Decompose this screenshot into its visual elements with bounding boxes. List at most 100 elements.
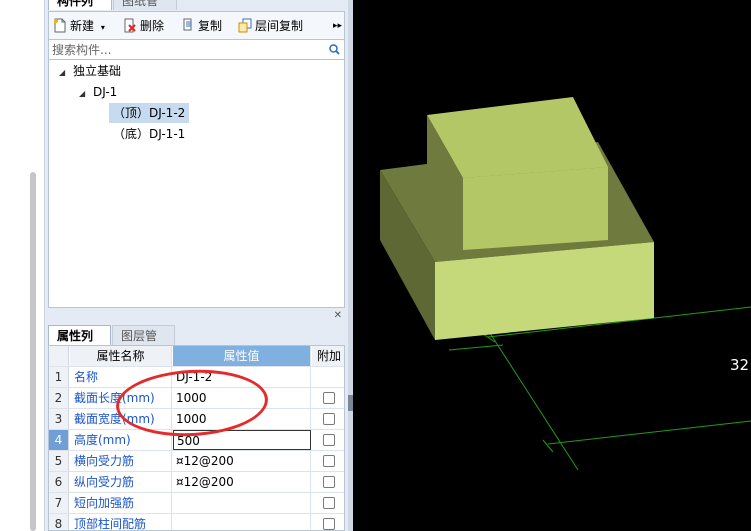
tree-node-isolated-foundation[interactable]: ◢ 独立基础 (59, 61, 121, 81)
attach-cell (312, 451, 344, 471)
tab-property-list[interactable]: 属性列表 (48, 325, 111, 363)
property-value[interactable] (173, 493, 311, 513)
attach-cell (312, 430, 344, 450)
table-row[interactable]: 2 截面长度(mm) 1000 (49, 388, 344, 409)
property-name: 高度(mm) (70, 430, 172, 450)
tree-node-label: DJ-1 (93, 85, 118, 99)
property-value[interactable] (173, 514, 311, 530)
axis-line (487, 329, 579, 471)
delete-label: 删除 (140, 19, 165, 33)
property-value[interactable]: ¤12@200 (173, 472, 311, 492)
tree-node-label: （底）DJ-1-1 (113, 127, 186, 141)
tree-node-dj-1-1-bottom[interactable]: （底）DJ-1-1 (113, 124, 185, 144)
new-dropdown-icon[interactable]: ▾ (101, 23, 105, 32)
table-row[interactable]: 1 名称 DJ-1-2 (49, 367, 344, 388)
attach-checkbox[interactable] (323, 392, 335, 404)
tab-drawing-management[interactable]: 图纸管理 (113, 0, 177, 28)
property-name: 纵向受力筋 (70, 472, 172, 492)
delete-icon (123, 18, 137, 33)
new-label: 新建 (70, 19, 95, 33)
table-row[interactable]: 4 高度(mm) 500 (49, 430, 344, 451)
copy-icon (181, 18, 195, 33)
property-name: 横向受力筋 (70, 451, 172, 471)
new-file-icon (53, 18, 67, 33)
toolbar-more-button[interactable]: ▸▸ (333, 16, 342, 36)
copy-button[interactable]: 复制 (181, 16, 222, 36)
row-number: 4 (49, 430, 69, 450)
copy-label: 复制 (198, 19, 223, 33)
row-number: 6 (49, 472, 69, 492)
attach-cell (312, 367, 344, 387)
collapse-triangle-icon[interactable]: ◢ (79, 84, 93, 104)
attach-checkbox[interactable] (323, 476, 335, 488)
attach-checkbox[interactable] (323, 434, 335, 446)
row-number: 3 (49, 409, 69, 429)
row-number: 5 (49, 451, 69, 471)
component-tree: ◢ 独立基础 ◢ DJ-1 （顶）DJ-1-2 （底）DJ-1-1 (48, 60, 345, 308)
row-number-header (49, 346, 69, 366)
component-toolbar: 新建 ▾ 删除 复制 层间复制 ▸▸ (48, 11, 345, 39)
search-icon[interactable] (329, 44, 340, 55)
property-tabs: 属性列表 图层管理 (48, 325, 345, 363)
property-name: 截面长度(mm) (70, 388, 172, 408)
table-row[interactable]: 3 截面宽度(mm) 1000 (49, 409, 344, 430)
property-value[interactable]: ¤12@200 (173, 451, 311, 471)
property-value[interactable]: DJ-1-2 (173, 367, 311, 387)
table-row[interactable]: 7 短向加强筋 (49, 493, 344, 514)
left-side-strip (0, 0, 45, 531)
property-name: 截面宽度(mm) (70, 409, 172, 429)
tree-node-dj-1[interactable]: ◢ DJ-1 (79, 82, 117, 102)
axis-line (448, 344, 504, 351)
attach-cell (312, 409, 344, 429)
new-button[interactable]: 新建 ▾ (53, 16, 105, 36)
property-value[interactable]: 1000 (173, 388, 311, 408)
property-name: 短向加强筋 (70, 493, 172, 513)
attach-checkbox[interactable] (323, 518, 335, 530)
foundation-3d-drawing (380, 97, 751, 471)
grid-header-row: 属性名称 属性值 附加 (49, 346, 344, 367)
floor-copy-icon (238, 18, 252, 33)
attach-checkbox[interactable] (323, 413, 335, 425)
attach-cell (312, 472, 344, 492)
attach-cell (312, 493, 344, 513)
floor-copy-label: 层间复制 (255, 19, 304, 33)
table-row[interactable]: 6 纵向受力筋 ¤12@200 (49, 472, 344, 493)
component-panel: 构件列表 图纸管理 新建 ▾ 删除 复制 层间复制 ▸▸ (45, 0, 348, 531)
tree-node-label: （顶）DJ-1-2 (113, 106, 186, 120)
property-name-header: 属性名称 (70, 346, 172, 366)
left-scrollbar[interactable] (30, 172, 36, 531)
property-name: 名称 (70, 367, 172, 387)
axis-tick (542, 439, 554, 453)
attach-header: 附加 (312, 346, 344, 366)
table-row[interactable]: 5 横向受力筋 ¤12@200 (49, 451, 344, 472)
axis-line (547, 420, 751, 445)
upper-block-front-face (463, 167, 608, 250)
dimension-label: 32 (730, 356, 750, 374)
row-number: 8 (49, 514, 69, 530)
floor-copy-button[interactable]: 层间复制 (238, 16, 303, 36)
tree-node-label: 独立基础 (73, 64, 122, 78)
tab-component-list[interactable]: 构件列表 (48, 0, 112, 28)
component-tabs: 构件列表 图纸管理 (48, 0, 345, 28)
property-value-editor[interactable]: 500 (173, 430, 311, 450)
row-number: 7 (49, 493, 69, 513)
delete-button[interactable]: 删除 (123, 16, 164, 36)
property-value[interactable]: 1000 (173, 409, 311, 429)
search-input[interactable] (52, 42, 322, 58)
attach-checkbox[interactable] (323, 497, 335, 509)
row-number: 2 (49, 388, 69, 408)
property-panel-header: ✕ (48, 310, 345, 325)
table-row[interactable]: 8 顶部柱间配筋 (49, 514, 344, 530)
component-search (48, 39, 345, 60)
close-icon[interactable]: ✕ (334, 310, 342, 321)
attach-cell (312, 514, 344, 530)
attach-checkbox[interactable] (323, 455, 335, 467)
tree-node-dj-1-2-top[interactable]: （顶）DJ-1-2 (109, 103, 190, 123)
property-value-header: 属性值 (173, 346, 311, 366)
tab-layer-management[interactable]: 图层管理 (112, 325, 175, 363)
property-name: 顶部柱间配筋 (70, 514, 172, 530)
3d-viewport[interactable]: 32 (353, 0, 751, 531)
attach-cell (312, 388, 344, 408)
collapse-triangle-icon[interactable]: ◢ (59, 63, 73, 83)
row-number: 1 (49, 367, 69, 387)
